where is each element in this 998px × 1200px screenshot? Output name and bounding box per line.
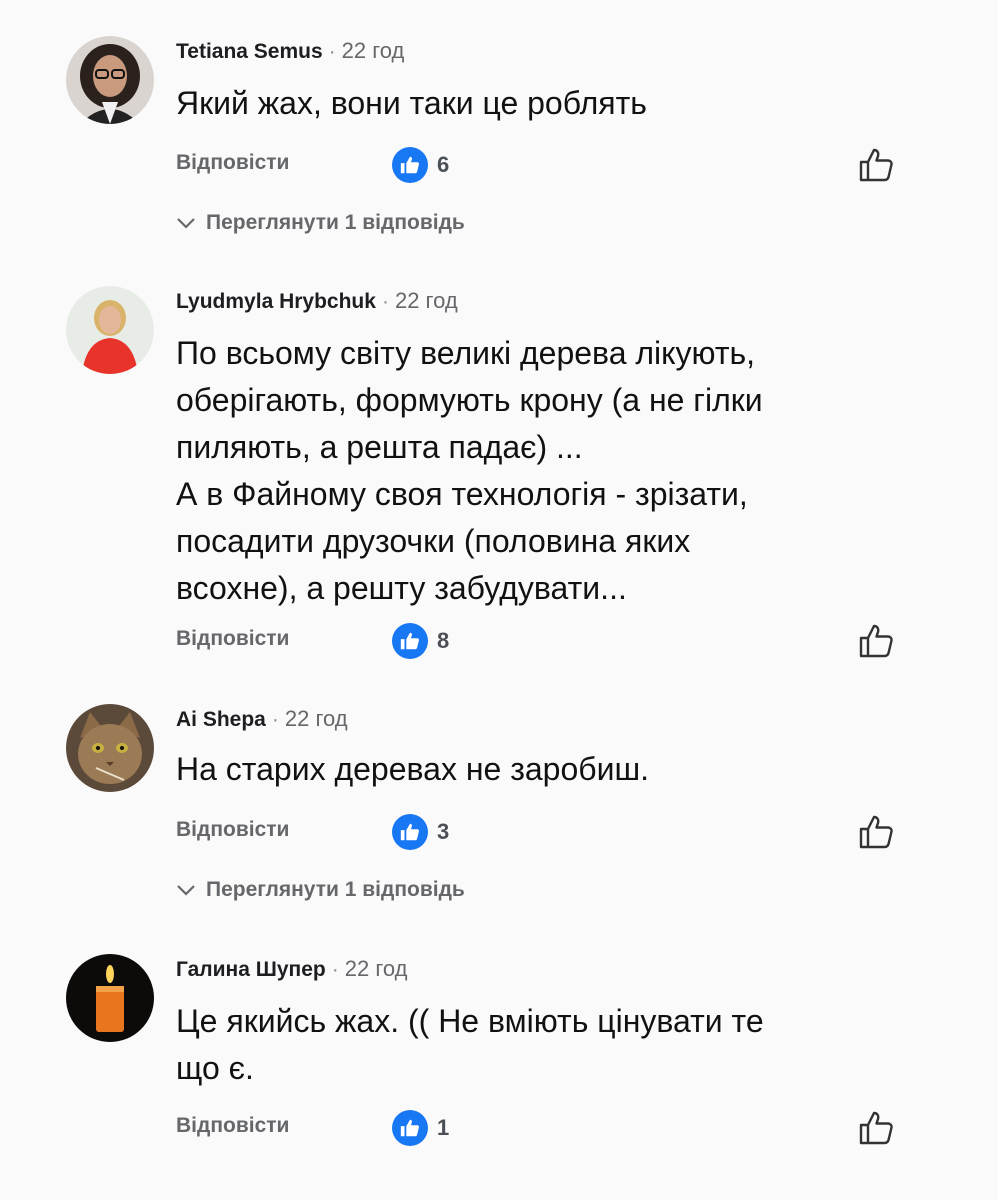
comment-text-line: всохне), а решту забудувати...: [176, 570, 627, 606]
like-reaction-icon: [392, 1110, 428, 1146]
comment-actions: Відповісти 3: [176, 812, 896, 852]
comment-text-line: На старих деревах не заробиш.: [176, 751, 650, 787]
comment-text: По всьому світу великі дерева лікують, о…: [176, 330, 896, 612]
comment-text-line: Який жах, вони таки це роблять: [176, 85, 647, 121]
chevron-down-icon: [176, 878, 196, 902]
separator: ·: [331, 958, 339, 981]
view-replies-label: Переглянути 1 відповідь: [206, 878, 465, 901]
comment-meta: Галина Шупер · 22 год: [176, 956, 407, 983]
reaction-count: 8: [437, 628, 450, 653]
timestamp[interactable]: 22 год: [285, 706, 348, 731]
thumbs-up-outline-icon[interactable]: [856, 621, 896, 661]
comment-text-line: пиляють, а решта падає) ...: [176, 429, 583, 465]
reply-button[interactable]: Відповісти: [176, 627, 289, 651]
thumbs-up-outline-icon[interactable]: [856, 145, 896, 185]
comment-meta: Tetiana Semus · 22 год: [176, 38, 404, 65]
comment-text: Який жах, вони таки це роблять: [176, 80, 896, 127]
thumbs-up-outline-icon[interactable]: [856, 812, 896, 852]
comment: Ai Shepa · 22 год На старих деревах не зар…: [0, 704, 998, 914]
comment: Lyudmyla Hrybchuk · 22 год По всьому світу…: [0, 286, 998, 676]
comment-actions: Відповісти 6: [176, 145, 896, 185]
comment-text-line: оберігають, формують крону (а не гілки: [176, 382, 763, 418]
comment: Tetiana Semus · 22 год Який жах, вони таки…: [0, 36, 998, 246]
separator: ·: [271, 708, 279, 731]
view-replies-label: Переглянути 1 відповідь: [206, 211, 465, 234]
reaction-count: 3: [437, 819, 450, 844]
comment-text-line: По всьому світу великі дерева лікують,: [176, 335, 756, 371]
comment-text: На старих деревах не заробиш.: [176, 746, 896, 793]
like-reaction-icon: [392, 623, 428, 659]
reaction-summary[interactable]: 3: [392, 812, 449, 852]
avatar[interactable]: [66, 36, 154, 124]
timestamp[interactable]: 22 год: [345, 956, 408, 981]
separator: ·: [381, 290, 389, 313]
reaction-summary[interactable]: 1: [392, 1108, 449, 1148]
comments-feed: Tetiana Semus · 22 год Який жах, вони таки…: [0, 0, 998, 1200]
comment-text-line: Це якийсь жах. (( Не вміють цінувати те: [176, 1003, 764, 1039]
like-reaction-icon: [392, 147, 428, 183]
comment-meta: Ai Shepa · 22 год: [176, 706, 348, 733]
reaction-summary[interactable]: 6: [392, 145, 449, 185]
author-name[interactable]: Галина Шупер: [176, 958, 326, 981]
comment: Галина Шупер · 22 год Це якийсь жах. (( Не…: [0, 954, 998, 1154]
avatar[interactable]: [66, 286, 154, 374]
author-name[interactable]: Tetiana Semus: [176, 40, 323, 63]
comment-text-line: А в Файному своя технологія - зрізати,: [176, 476, 748, 512]
comment-text-line: що є.: [176, 1050, 254, 1086]
reply-button[interactable]: Відповісти: [176, 151, 289, 175]
avatar[interactable]: [66, 954, 154, 1042]
chevron-down-icon: [176, 211, 196, 235]
reaction-count: 6: [437, 152, 450, 177]
thumbs-up-outline-icon[interactable]: [856, 1108, 896, 1148]
comment-actions: Відповісти 8: [176, 621, 896, 661]
avatar[interactable]: [66, 704, 154, 792]
timestamp[interactable]: 22 год: [342, 38, 405, 63]
view-replies-link[interactable]: Переглянути 1 відповідь: [176, 878, 465, 902]
comment-text: Це якийсь жах. (( Не вміють цінувати те …: [176, 998, 896, 1092]
reaction-count: 1: [437, 1115, 450, 1140]
comment-meta: Lyudmyla Hrybchuk · 22 год: [176, 288, 458, 315]
author-name[interactable]: Lyudmyla Hrybchuk: [176, 290, 376, 313]
author-name[interactable]: Ai Shepa: [176, 708, 266, 731]
comment-actions: Відповісти 1: [176, 1108, 896, 1148]
reply-button[interactable]: Відповісти: [176, 1114, 289, 1138]
view-replies-link[interactable]: Переглянути 1 відповідь: [176, 211, 465, 235]
reaction-summary[interactable]: 8: [392, 621, 449, 661]
separator: ·: [328, 40, 336, 63]
like-reaction-icon: [392, 814, 428, 850]
comment-text-line: посадити друзочки (половина яких: [176, 523, 691, 559]
reply-button[interactable]: Відповісти: [176, 818, 289, 842]
timestamp[interactable]: 22 год: [395, 288, 458, 313]
